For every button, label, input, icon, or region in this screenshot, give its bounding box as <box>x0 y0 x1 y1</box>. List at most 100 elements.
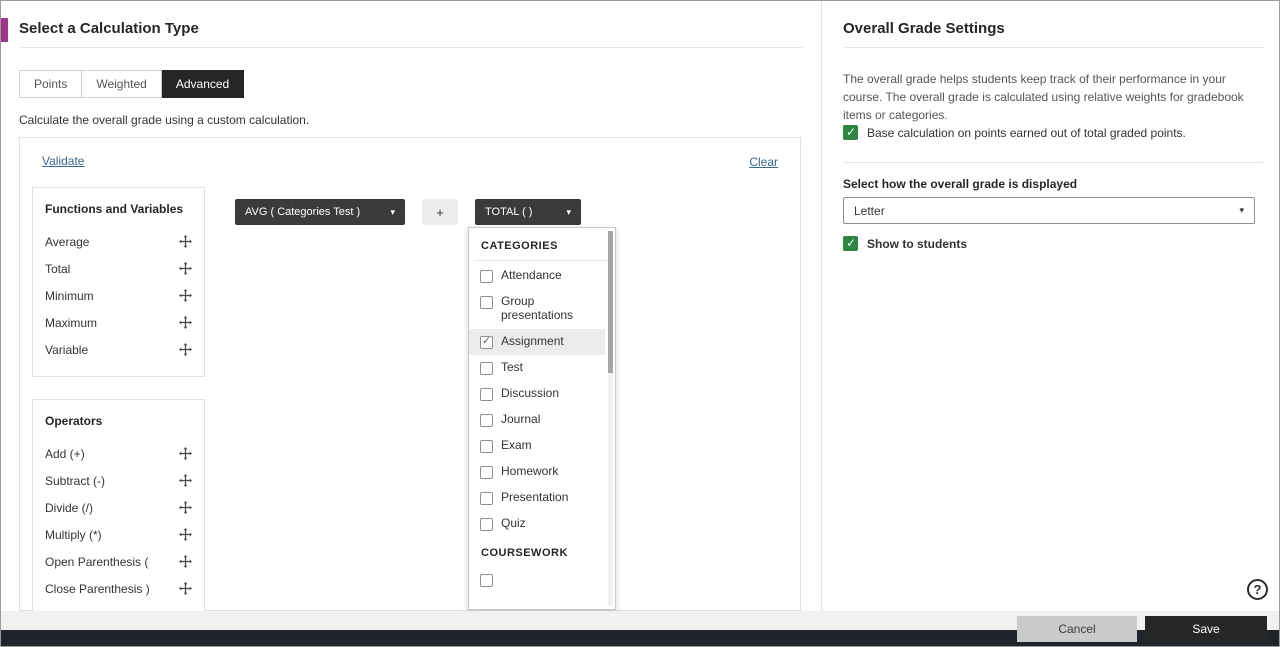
function-item-label: Total <box>45 261 71 276</box>
checkbox[interactable] <box>480 296 493 309</box>
show-to-students-label: Show to students <box>867 236 967 251</box>
category-option-presentation[interactable]: Presentation <box>469 485 605 511</box>
checkbox[interactable] <box>480 517 493 531</box>
functions-panel-title: Functions and Variables <box>45 202 184 216</box>
operators-panel-title: Operators <box>45 414 103 428</box>
calculation-description: Calculate the overall grade using a cust… <box>19 113 310 127</box>
calculation-expression: AVG ( Categories Test ) ▾ + TOTAL ( ) ▾ <box>235 199 581 225</box>
grade-display-value: Letter <box>854 203 885 218</box>
checkbox[interactable] <box>480 361 493 375</box>
move-icon[interactable] <box>179 582 192 595</box>
show-to-students-checkbox-row[interactable]: Show to students <box>843 236 967 251</box>
checkbox[interactable] <box>480 465 493 479</box>
category-option-homework[interactable]: Homework <box>469 459 605 485</box>
tab-points[interactable]: Points <box>19 70 83 98</box>
move-icon[interactable] <box>179 555 192 568</box>
function-item-variable[interactable]: Variable <box>45 336 192 363</box>
move-icon[interactable] <box>179 235 192 248</box>
tab-weighted[interactable]: Weighted <box>82 70 162 98</box>
function-item-total[interactable]: Total <box>45 255 192 282</box>
category-option-assignment[interactable]: Assignment <box>469 328 605 355</box>
move-icon[interactable] <box>179 501 192 514</box>
overall-grade-settings-title: Overall Grade Settings <box>843 20 1005 37</box>
operators-panel: Operators Add (+) Subtract (-) Divide (/… <box>32 399 205 612</box>
function-item-label: Variable <box>45 342 89 357</box>
category-option-test[interactable]: Test <box>469 355 605 381</box>
panel-divider <box>821 1 822 611</box>
dropdown-scrollbar[interactable] <box>608 231 613 605</box>
operator-item-label: Subtract (-) <box>45 473 106 488</box>
function-item-maximum[interactable]: Maximum <box>45 309 192 336</box>
tab-advanced[interactable]: Advanced <box>161 70 245 98</box>
checkbox[interactable] <box>480 573 493 587</box>
divider <box>19 47 803 48</box>
chevron-down-icon: ▾ <box>390 206 395 217</box>
category-option-label: Homework <box>501 463 559 478</box>
scrollbar-thumb[interactable] <box>608 231 613 373</box>
gradebook-settings-panel: Select a Calculation Type Points Weighte… <box>0 0 1280 647</box>
category-option-label: Journal <box>501 411 541 426</box>
checkbox-checked[interactable] <box>843 236 858 251</box>
move-icon[interactable] <box>179 289 192 302</box>
total-function-pill[interactable]: TOTAL ( ) ▾ <box>475 199 581 225</box>
checkbox[interactable] <box>480 439 493 453</box>
category-option-label: Presentation <box>501 489 569 504</box>
category-option-quiz[interactable]: Quiz <box>469 511 605 537</box>
validate-link[interactable]: Validate <box>42 154 84 168</box>
base-calculation-checkbox-row[interactable]: Base calculation on points earned out of… <box>843 125 1186 140</box>
add-operator-pill[interactable]: + <box>422 199 458 225</box>
categories-section-header: CATEGORIES <box>481 240 558 252</box>
category-option-label: Quiz <box>501 515 526 530</box>
total-pill-label: TOTAL ( ) <box>485 206 533 218</box>
total-categories-dropdown: CATEGORIES Attendance Group presentation… <box>468 227 616 610</box>
move-icon[interactable] <box>179 262 192 275</box>
clear-link[interactable]: Clear <box>749 155 778 169</box>
category-option-journal[interactable]: Journal <box>469 407 605 433</box>
operator-item-add[interactable]: Add (+) <box>45 440 192 467</box>
avg-pill-label: AVG ( Categories Test ) <box>245 206 361 218</box>
grade-display-select[interactable]: Letter ▾ <box>843 197 1255 224</box>
move-icon[interactable] <box>179 474 192 487</box>
function-item-label: Maximum <box>45 315 98 330</box>
category-option-label: Assignment <box>501 333 564 348</box>
calculation-type-title: Select a Calculation Type <box>19 20 199 37</box>
checkbox[interactable] <box>480 491 493 505</box>
checkbox[interactable] <box>480 270 493 283</box>
avg-function-pill[interactable]: AVG ( Categories Test ) ▾ <box>235 199 405 225</box>
calculation-type-tabs: Points Weighted Advanced <box>19 70 245 98</box>
category-option-label: Discussion <box>501 385 560 400</box>
move-icon[interactable] <box>179 528 192 541</box>
chevron-down-icon: ▾ <box>566 206 571 217</box>
checkbox-checked[interactable] <box>843 125 858 140</box>
function-item-minimum[interactable]: Minimum <box>45 282 192 309</box>
help-icon[interactable]: ? <box>1247 579 1268 600</box>
checkbox[interactable] <box>480 413 493 427</box>
save-button[interactable]: Save <box>1145 616 1267 642</box>
operator-item-label: Open Parenthesis ( <box>45 554 149 569</box>
category-option-attendance[interactable]: Attendance <box>469 263 605 289</box>
operator-item-close-parenthesis[interactable]: Close Parenthesis ) <box>45 575 192 602</box>
base-calculation-label: Base calculation on points earned out of… <box>867 125 1186 140</box>
move-icon[interactable] <box>179 447 192 460</box>
category-option-exam[interactable]: Exam <box>469 433 605 459</box>
operator-item-multiply[interactable]: Multiply (*) <box>45 521 192 548</box>
category-option-label: Group presentations <box>501 294 574 322</box>
operator-item-open-parenthesis[interactable]: Open Parenthesis ( <box>45 548 192 575</box>
cancel-button[interactable]: Cancel <box>1017 616 1137 642</box>
move-icon[interactable] <box>179 343 192 356</box>
function-item-label: Average <box>45 234 90 249</box>
category-option-discussion[interactable]: Discussion <box>469 381 605 407</box>
move-icon[interactable] <box>179 316 192 329</box>
coursework-option-partial[interactable] <box>469 567 605 593</box>
operator-item-subtract[interactable]: Subtract (-) <box>45 467 192 494</box>
category-option-group-presentations[interactable]: Group presentations <box>469 289 605 329</box>
category-option-label: Test <box>501 359 524 374</box>
divider <box>843 162 1263 163</box>
checkbox[interactable] <box>480 387 493 401</box>
checkbox[interactable] <box>480 335 493 349</box>
function-item-average[interactable]: Average <box>45 228 192 255</box>
coursework-section-header: COURSEWORK <box>481 546 568 559</box>
grade-display-label: Select how the overall grade is displaye… <box>843 177 1078 191</box>
operator-item-divide[interactable]: Divide (/) <box>45 494 192 521</box>
custom-calculation-editor: Validate Clear Functions and Variables A… <box>19 137 801 612</box>
